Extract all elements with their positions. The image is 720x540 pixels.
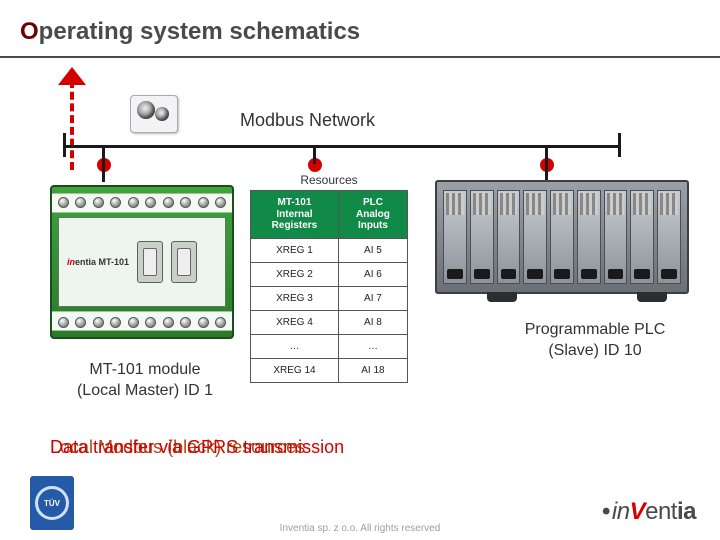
resources-title: Resources — [250, 170, 408, 190]
overlay-caption-layer-b: Data transfer via GPRS transmission — [50, 437, 344, 458]
table-row: …… — [251, 334, 408, 358]
inventia-logo: •inVentia — [602, 498, 696, 526]
mt101-module-graphic: inentia MT-101 — [50, 185, 234, 339]
mt101-caption-line2: (Local Master) ID 1 — [55, 381, 235, 402]
modbus-bus-endcap-left — [63, 133, 66, 157]
slide-title: Operating system schematics — [20, 18, 360, 46]
modbus-drop-right — [545, 148, 548, 182]
modbus-drop-left — [102, 148, 105, 182]
table-row: XREG 4AI 8 — [251, 310, 408, 334]
modbus-network-label: Modbus Network — [240, 110, 375, 131]
mt101-caption-line1: MT-101 module — [55, 360, 235, 381]
modbus-drop-center — [313, 148, 316, 164]
gears-icon — [130, 95, 178, 133]
resources-table: MT-101InternalRegisters PLCAnalogInputs … — [250, 190, 408, 383]
mt101-port-1 — [137, 241, 163, 283]
plc-caption-line2: (Slave) ID 10 — [490, 341, 700, 362]
modbus-bus-endcap-right — [618, 133, 621, 157]
uplink-arrow-line — [70, 80, 74, 170]
mt101-port-2 — [171, 241, 197, 283]
table-row: XREG 1AI 5 — [251, 238, 408, 262]
plc-caption: Programmable PLC (Slave) ID 10 — [490, 320, 700, 362]
table-row: XREG 3AI 7 — [251, 286, 408, 310]
plc-caption-line1: Programmable PLC — [490, 320, 700, 341]
overlay-caption: Local Modbus (black) resources Data tran… — [50, 437, 430, 459]
modbus-bus-line — [65, 145, 620, 148]
title-accent-letter: O — [20, 18, 39, 45]
mt101-device-label: inentia MT-101 — [67, 257, 129, 267]
table-row: XREG 14AI 18 — [251, 358, 408, 382]
resources-table-container: Resources MT-101InternalRegisters PLCAna… — [250, 170, 408, 383]
tuv-badge-text: TÜV — [35, 486, 69, 520]
tuv-badge-icon: TÜV — [30, 476, 74, 530]
mt101-caption: MT-101 module (Local Master) ID 1 — [55, 360, 235, 402]
title-rest: perating system schematics — [39, 18, 360, 45]
resources-header-analog: PLCAnalogInputs — [338, 191, 407, 239]
plc-device-graphic — [435, 180, 689, 294]
title-underline — [0, 56, 720, 58]
table-row: XREG 2AI 6 — [251, 262, 408, 286]
resources-header-registers: MT-101InternalRegisters — [251, 191, 339, 239]
